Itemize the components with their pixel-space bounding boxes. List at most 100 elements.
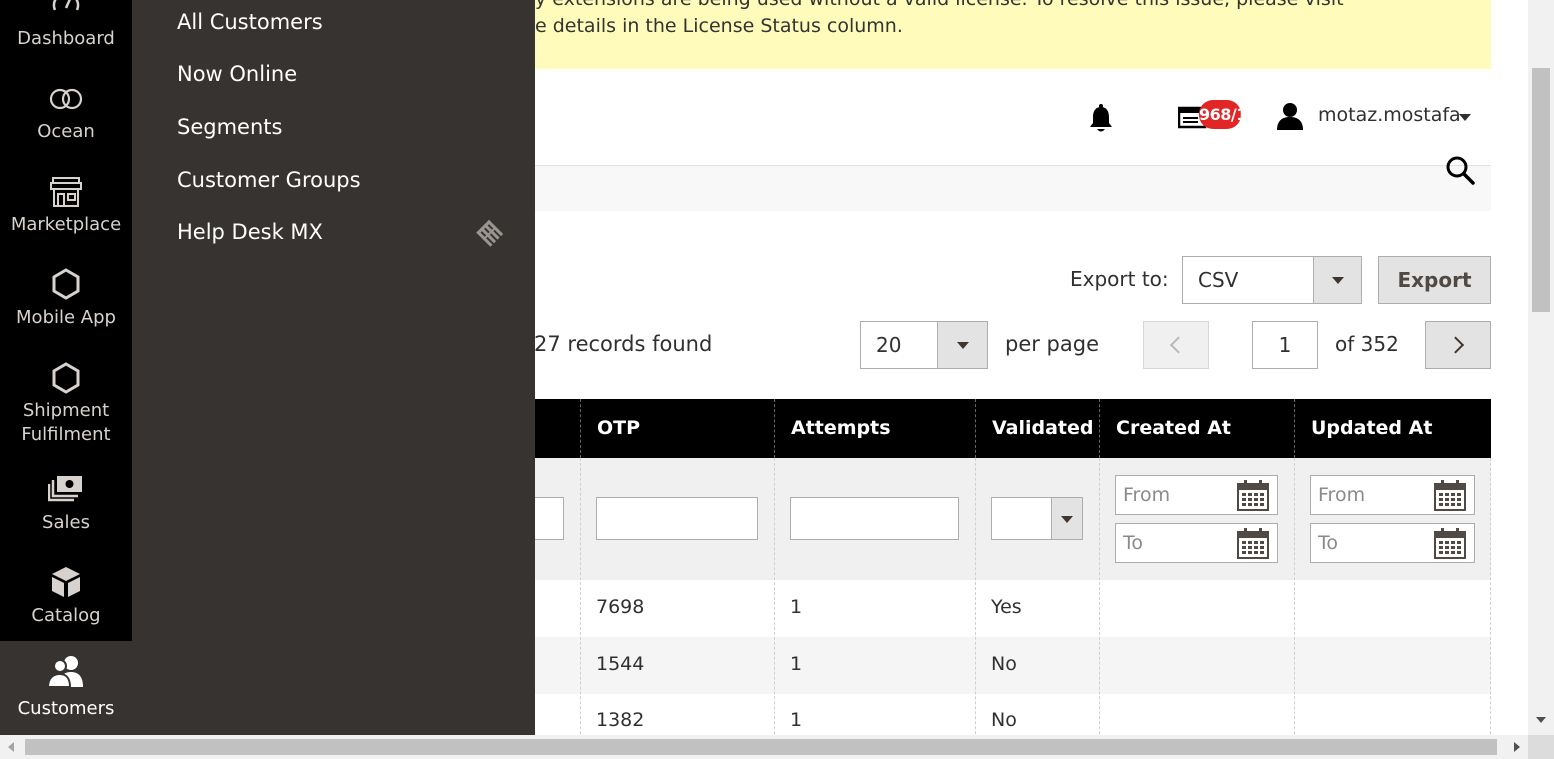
nav-item-ocean[interactable]: Ocean — [0, 78, 132, 154]
column-divider — [1294, 458, 1295, 759]
column-header-created-at[interactable]: Created At — [1099, 399, 1294, 458]
column-header-otp[interactable]: OTP — [580, 399, 774, 458]
per-page-value: 20 — [876, 333, 902, 357]
nav-item-dashboard[interactable]: Dashboard — [0, 0, 132, 60]
nav-item-mobile-app[interactable]: Mobile App — [0, 263, 132, 339]
nav-item-label: Catalog — [31, 605, 101, 626]
per-page-label: per page — [1005, 332, 1100, 356]
next-page-button[interactable] — [1425, 321, 1491, 369]
calendar-icon[interactable] — [1434, 528, 1466, 559]
scroll-down-arrow-icon[interactable] — [1536, 717, 1546, 723]
export-format-value: CSV — [1198, 268, 1239, 292]
submenu-item-help-desk-mx[interactable]: Help Desk MX — [177, 220, 323, 244]
previous-page-button[interactable] — [1143, 321, 1209, 369]
cell-otp: 7698 — [596, 596, 645, 618]
created-at-to-input[interactable]: To — [1115, 523, 1278, 563]
grid-header-row: OTP Attempts Validated Created At Update… — [534, 399, 1491, 458]
cell-validated: Yes — [991, 596, 1022, 618]
chevron-down-icon — [1061, 515, 1073, 523]
validated-filter-dropdown-toggle[interactable] — [1051, 498, 1082, 539]
nav-item-customers[interactable]: Customers — [0, 641, 132, 735]
account-dropdown-caret-icon[interactable] — [1459, 114, 1471, 121]
scroll-left-arrow-icon[interactable] — [8, 742, 14, 752]
nav-item-label: Ocean — [37, 121, 95, 142]
nav-item-catalog[interactable]: Catalog — [0, 562, 132, 638]
license-notice-line2: e details in the License Status column. — [535, 15, 903, 37]
vertical-scrollbar[interactable] — [1528, 0, 1554, 735]
nav-item-label: Fulfilment — [21, 424, 111, 445]
column-divider — [774, 458, 775, 759]
nav-item-label: Sales — [42, 512, 90, 533]
cell-validated: No — [991, 709, 1017, 731]
hexagon-icon — [52, 362, 80, 394]
table-row[interactable]: 7698 1 Yes — [534, 580, 1491, 637]
submenu-item-segments[interactable]: Segments — [177, 115, 282, 139]
nav-item-label: Customers — [17, 698, 115, 719]
horizontal-scrollbar-thumb[interactable] — [25, 739, 1497, 755]
column-header-validated[interactable]: Validated — [975, 399, 1099, 458]
updated-at-to-placeholder: To — [1318, 532, 1339, 554]
column-divider — [580, 458, 581, 759]
calendar-icon[interactable] — [1237, 480, 1269, 511]
calendar-icon[interactable] — [1434, 480, 1466, 511]
submenu-item-all-customers[interactable]: All Customers — [177, 10, 323, 34]
cell-attempts: 1 — [790, 653, 803, 675]
table-row[interactable]: 1544 1 No — [534, 637, 1491, 694]
column-divider — [975, 458, 976, 759]
created-at-from-input[interactable]: From — [1115, 475, 1278, 515]
cell-otp: 1382 — [596, 709, 645, 731]
system-messages-badge[interactable]: 968/1 — [1199, 100, 1241, 129]
account-username[interactable]: motaz.mostafa — [1318, 104, 1461, 126]
customers-submenu: All Customers Now Online Segments Custom… — [132, 0, 535, 735]
created-at-to-placeholder: To — [1123, 532, 1144, 554]
help-desk-mx-logo-icon — [476, 219, 504, 247]
filter-input-partial[interactable] — [534, 497, 564, 540]
cell-attempts: 1 — [790, 709, 803, 731]
export-label: Export to: — [1070, 267, 1169, 291]
scroll-right-arrow-icon[interactable] — [1514, 742, 1520, 752]
otp-filter-input[interactable] — [596, 497, 758, 540]
dashboard-icon — [52, 0, 80, 11]
updated-at-from-input[interactable]: From — [1310, 475, 1475, 515]
catalog-icon — [52, 567, 80, 597]
updated-at-from-placeholder: From — [1318, 484, 1366, 506]
column-header-attempts[interactable]: Attempts — [774, 399, 975, 458]
per-page-dropdown-toggle[interactable] — [937, 322, 987, 368]
calendar-icon[interactable] — [1237, 528, 1269, 559]
records-found-count: 27 records found — [534, 332, 713, 356]
per-page-select[interactable]: 20 — [860, 321, 988, 369]
marketplace-icon — [50, 177, 82, 207]
export-format-dropdown-toggle[interactable] — [1313, 257, 1361, 303]
customers-icon — [47, 656, 83, 688]
export-format-select[interactable]: CSV — [1182, 256, 1362, 304]
cell-validated: No — [991, 653, 1017, 675]
ocean-icon — [49, 88, 83, 110]
nav-item-label: Dashboard — [17, 28, 115, 49]
updated-at-to-input[interactable]: To — [1310, 523, 1475, 563]
nav-item-shipment-fulfilment[interactable]: Shipment Fulfilment — [0, 356, 132, 452]
cell-otp: 1544 — [596, 653, 645, 675]
notifications-bell-icon[interactable] — [1087, 104, 1115, 134]
nav-item-label: Mobile App — [16, 307, 116, 328]
current-page-input[interactable]: 1 — [1252, 321, 1318, 369]
chevron-down-icon — [956, 342, 969, 349]
admin-sidebar: Dashboard Ocean Marketplace Mobile App S… — [0, 0, 132, 735]
horizontal-scrollbar[interactable] — [0, 735, 1528, 759]
nav-item-sales[interactable]: Sales — [0, 470, 132, 546]
search-icon[interactable] — [1444, 154, 1476, 186]
chevron-left-icon — [1169, 336, 1187, 354]
validated-filter-select[interactable] — [991, 497, 1083, 540]
submenu-item-now-online[interactable]: Now Online — [177, 62, 297, 86]
sales-icon — [48, 476, 82, 502]
chevron-right-icon — [1447, 336, 1465, 354]
chevron-down-icon — [1331, 277, 1344, 284]
user-account-icon[interactable] — [1275, 102, 1305, 130]
submenu-item-customer-groups[interactable]: Customer Groups — [177, 168, 361, 192]
nav-item-marketplace[interactable]: Marketplace — [0, 170, 132, 246]
export-button[interactable]: Export — [1378, 256, 1491, 304]
attempts-filter-input[interactable] — [790, 497, 959, 540]
cell-attempts: 1 — [790, 596, 803, 618]
column-header-partial[interactable] — [534, 399, 580, 458]
column-header-updated-at[interactable]: Updated At — [1294, 399, 1491, 458]
vertical-scrollbar-thumb[interactable] — [1532, 68, 1550, 312]
